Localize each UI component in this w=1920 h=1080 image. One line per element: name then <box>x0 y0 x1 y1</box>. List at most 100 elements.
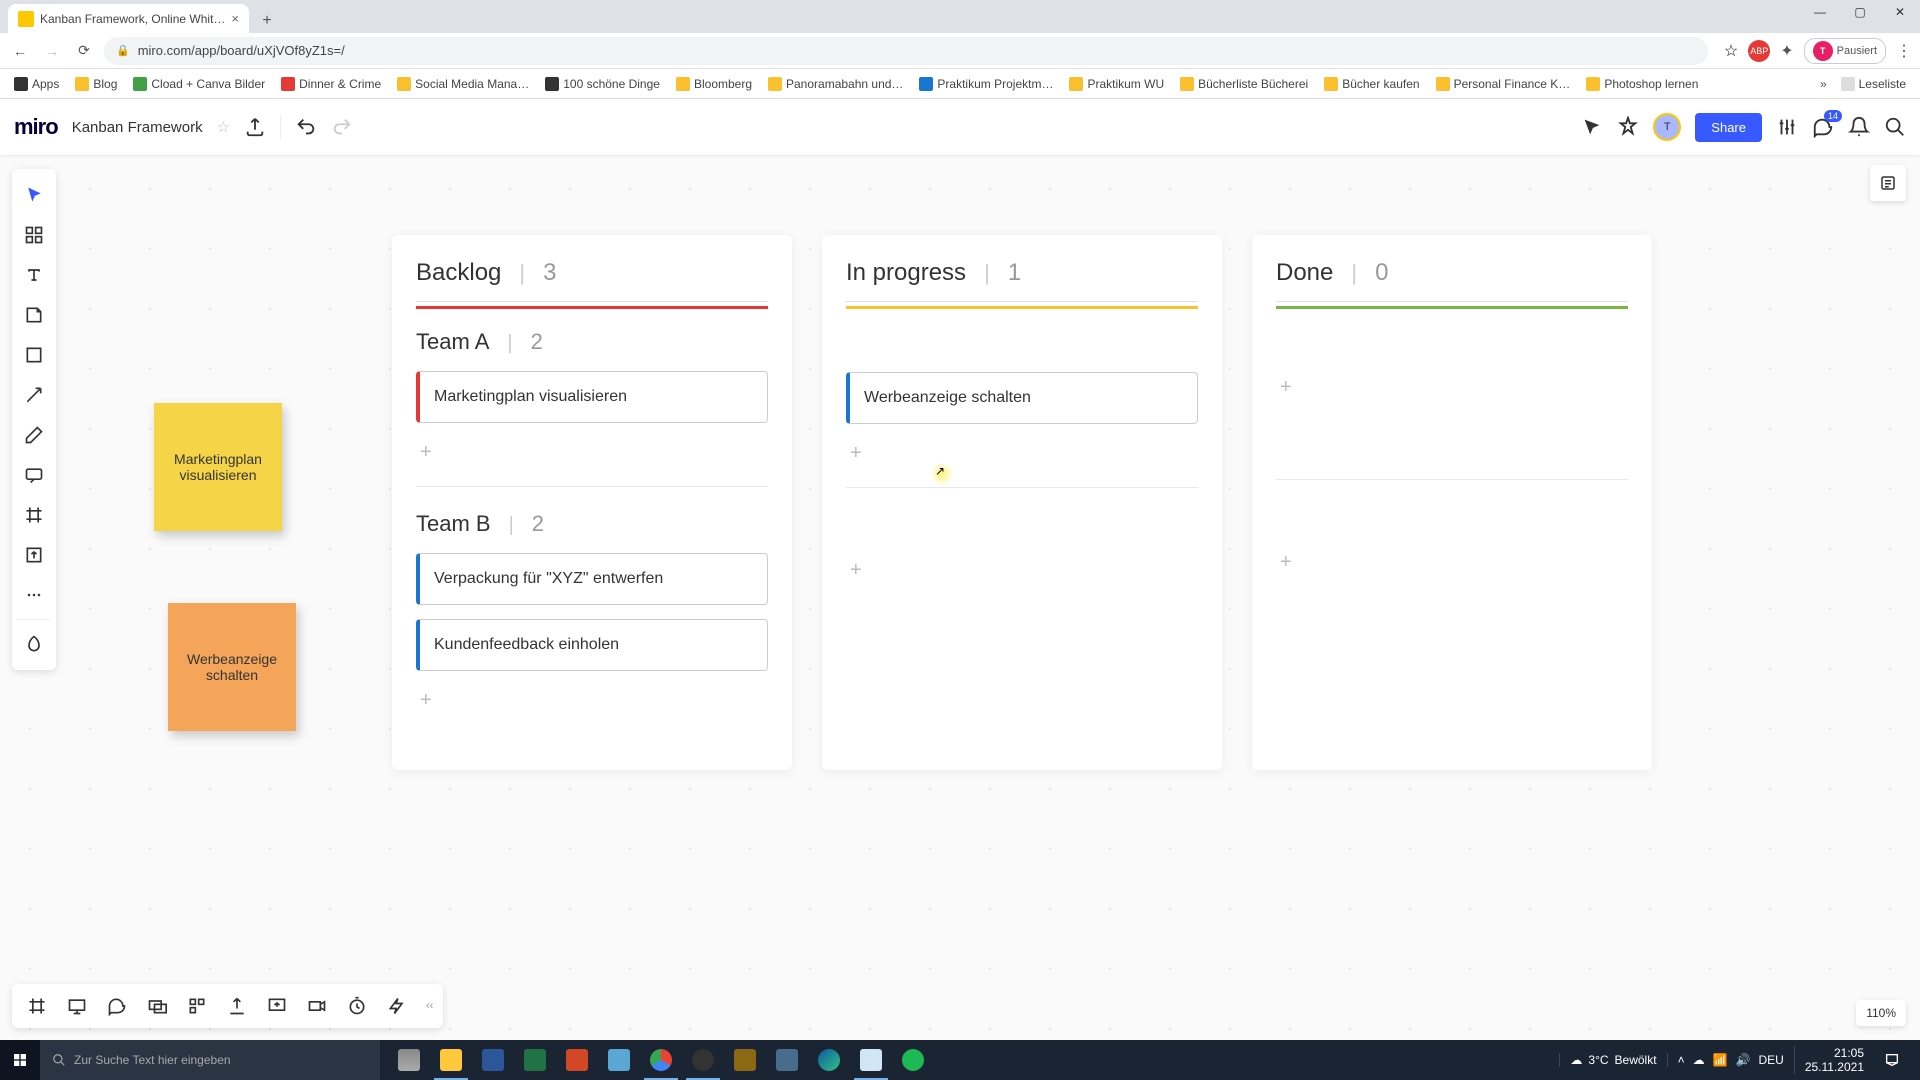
board-name[interactable]: Kanban Framework <box>72 119 203 136</box>
select-tool[interactable] <box>12 175 56 215</box>
profile-paused-chip[interactable]: T Pausiert <box>1804 38 1886 64</box>
bookmark-item[interactable]: Bücherliste Bücherei <box>1174 74 1314 94</box>
extensions-icon[interactable]: ✦ <box>1780 41 1793 61</box>
file-explorer-icon[interactable] <box>430 1040 472 1080</box>
taskbar-clock[interactable]: 21:05 25.11.2021 <box>1794 1046 1864 1075</box>
activity-panel-button[interactable] <box>1870 165 1906 201</box>
reading-list-button[interactable]: Leseliste <box>1835 74 1912 94</box>
favorite-star-icon[interactable]: ☆ <box>217 118 230 136</box>
search-icon[interactable] <box>1884 116 1906 138</box>
add-card-button[interactable]: + <box>846 555 866 586</box>
add-card-button[interactable]: + <box>846 438 866 469</box>
onedrive-icon[interactable]: ☁ <box>1693 1053 1705 1067</box>
new-tab-button[interactable]: + <box>255 9 279 33</box>
notepad-icon[interactable] <box>850 1040 892 1080</box>
action-center-button[interactable] <box>1874 1040 1910 1080</box>
bookmark-item[interactable]: Personal Finance K… <box>1430 74 1577 94</box>
task-view-button[interactable] <box>388 1040 430 1080</box>
kanban-card[interactable]: Marketingplan visualisieren <box>416 371 768 423</box>
add-card-button[interactable]: + <box>416 685 436 716</box>
kanban-card[interactable]: Werbeanzeige schalten <box>846 372 1198 424</box>
presentation-icon[interactable] <box>58 987 96 1025</box>
excel-icon[interactable] <box>514 1040 556 1080</box>
share-button[interactable]: Share <box>1695 113 1762 142</box>
browser-tab[interactable]: Kanban Framework, Online Whit… × <box>8 4 249 33</box>
export-tool-icon[interactable] <box>218 987 256 1025</box>
zoom-indicator[interactable]: 110% <box>1856 1000 1906 1026</box>
bookmark-item[interactable]: Dinner & Crime <box>275 74 387 94</box>
more-tools[interactable] <box>12 575 56 615</box>
settings-icon[interactable] <box>1776 116 1798 138</box>
grid-tool-icon[interactable] <box>178 987 216 1025</box>
shape-tool[interactable] <box>12 335 56 375</box>
apps-tool[interactable] <box>12 624 56 664</box>
chrome-menu-icon[interactable]: ⋮ <box>1896 41 1912 61</box>
volume-icon[interactable]: 🔊 <box>1736 1053 1751 1067</box>
notifications-icon[interactable] <box>1848 116 1870 138</box>
app-icon[interactable] <box>598 1040 640 1080</box>
kanban-card[interactable]: Kundenfeedback einholen <box>416 619 768 671</box>
app-icon-2[interactable] <box>724 1040 766 1080</box>
user-avatar[interactable]: T <box>1653 113 1681 141</box>
templates-tool[interactable] <box>12 215 56 255</box>
tray-chevron-icon[interactable]: ˄ <box>1678 1053 1685 1067</box>
close-tab-icon[interactable]: × <box>231 11 239 26</box>
video-tool-icon[interactable] <box>298 987 336 1025</box>
edge-icon[interactable] <box>808 1040 850 1080</box>
weather-widget[interactable]: ☁ 3°C Bewölkt <box>1559 1053 1656 1067</box>
abp-extension-icon[interactable]: ABP <box>1748 40 1770 62</box>
bookmark-item[interactable]: Blog <box>69 74 123 94</box>
maximize-button[interactable]: ▢ <box>1846 2 1874 22</box>
bookmark-item[interactable]: Praktikum Projektm… <box>913 74 1059 94</box>
bookmark-item[interactable]: Social Media Mana… <box>391 74 535 94</box>
bookmark-item[interactable]: Photoshop lernen <box>1580 74 1704 94</box>
kanban-column-backlog[interactable]: Backlog | 3 Team A | 2 Marketingplan vis… <box>392 235 792 770</box>
word-icon[interactable] <box>472 1040 514 1080</box>
undo-icon[interactable] <box>295 116 317 138</box>
frames-panel-icon[interactable] <box>18 987 56 1025</box>
cursor-mode-icon[interactable] <box>1581 116 1603 138</box>
voting-icon[interactable] <box>378 987 416 1025</box>
add-card-button[interactable]: + <box>1276 547 1296 578</box>
pen-tool[interactable] <box>12 415 56 455</box>
forward-button[interactable]: → <box>40 39 64 63</box>
system-tray[interactable]: ˄ ☁ 📶 🔊 DEU <box>1667 1053 1784 1067</box>
comments-panel-icon[interactable] <box>98 987 136 1025</box>
spotify-icon[interactable] <box>892 1040 934 1080</box>
bookmarks-overflow-icon[interactable]: » <box>1820 77 1827 91</box>
bookmark-item[interactable]: Praktikum WU <box>1063 74 1170 94</box>
wifi-icon[interactable]: 📶 <box>1713 1053 1728 1067</box>
bookmark-star-icon[interactable]: ☆ <box>1724 41 1738 61</box>
bookmark-item[interactable]: Apps <box>8 74 65 94</box>
screen-share-icon[interactable] <box>258 987 296 1025</box>
frame-tool[interactable] <box>12 495 56 535</box>
powerpoint-icon[interactable] <box>556 1040 598 1080</box>
miro-logo[interactable]: miro <box>14 114 58 140</box>
back-button[interactable]: ← <box>8 39 32 63</box>
collapse-toolbar-icon[interactable]: ‹‹ <box>422 1000 437 1012</box>
miro-canvas[interactable]: miro Kanban Framework ☆ T Share <box>0 99 1920 1040</box>
sticky-note-yellow[interactable]: Marketingplan visualisieren <box>154 403 282 531</box>
chrome-icon[interactable] <box>640 1040 682 1080</box>
start-button[interactable] <box>0 1040 40 1080</box>
language-indicator[interactable]: DEU <box>1758 1053 1783 1067</box>
bookmark-item[interactable]: Cload + Canva Bilder <box>127 74 271 94</box>
add-card-button[interactable]: + <box>1276 372 1296 403</box>
sticky-note-orange[interactable]: Werbeanzeige schalten <box>168 603 296 731</box>
obs-icon[interactable] <box>682 1040 724 1080</box>
close-window-button[interactable]: ✕ <box>1886 2 1914 22</box>
bookmark-item[interactable]: Bloomberg <box>670 74 758 94</box>
bookmark-item[interactable]: Panoramabahn und… <box>762 74 909 94</box>
timer-icon[interactable] <box>338 987 376 1025</box>
line-tool[interactable] <box>12 375 56 415</box>
app-icon-3[interactable] <box>766 1040 808 1080</box>
reload-button[interactable]: ⟳ <box>72 39 96 63</box>
reactions-icon[interactable] <box>1617 116 1639 138</box>
taskbar-search[interactable]: Zur Suche Text hier eingeben <box>40 1040 380 1080</box>
upload-tool[interactable] <box>12 535 56 575</box>
comments-icon[interactable] <box>1812 116 1834 138</box>
bookmark-item[interactable]: 100 schöne Dinge <box>539 74 666 94</box>
redo-icon[interactable] <box>331 116 353 138</box>
card-tool-icon[interactable] <box>138 987 176 1025</box>
kanban-card[interactable]: Verpackung für "XYZ" entwerfen <box>416 553 768 605</box>
